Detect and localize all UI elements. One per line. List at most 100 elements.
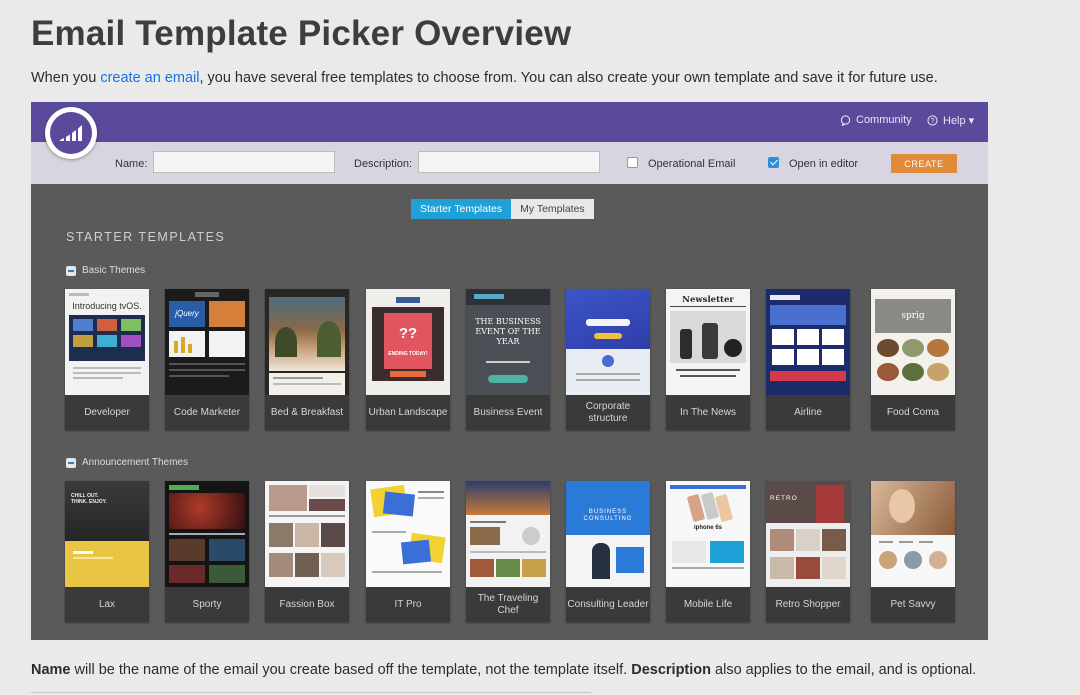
thumb-headline: jQuery	[175, 309, 199, 318]
thumb-headline: Introducing tvOS.	[72, 301, 142, 311]
template-card-fassion-box[interactable]: Fassion Box	[265, 481, 349, 622]
template-thumbnail	[265, 289, 349, 395]
operational-email-label: Operational Email	[648, 158, 736, 170]
thumb-headline: sprig	[901, 311, 925, 321]
template-card-it-pro[interactable]: IT Pro	[366, 481, 450, 622]
template-card-pet-savvy[interactable]: Pet Savvy	[871, 481, 955, 622]
template-thumbnail	[766, 289, 850, 395]
collapse-toggle-icon[interactable]	[66, 457, 76, 468]
group-announcement-themes: Announcement Themes	[66, 457, 188, 468]
tab-starter-templates[interactable]: Starter Templates	[411, 199, 512, 219]
group-basic-themes: Basic Themes	[66, 265, 145, 276]
template-card-code-marketer[interactable]: jQuery Code Marketer	[165, 289, 249, 430]
template-thumbnail	[366, 481, 450, 587]
marketo-logo[interactable]	[45, 107, 97, 159]
template-thumbnail: CHILL OUT. THINK. ENJOY.	[65, 481, 149, 587]
template-thumbnail	[265, 481, 349, 587]
template-thumbnail	[165, 481, 249, 587]
template-name: Consulting Leader	[566, 587, 650, 622]
thumb-headline: Newsletter	[682, 295, 734, 305]
community-label: Community	[856, 114, 912, 126]
thumb-headline: THE BUSINESS EVENT OF THE YEAR	[475, 317, 541, 346]
template-name: Airline	[766, 395, 850, 430]
template-thumbnail: jQuery	[165, 289, 249, 395]
template-card-urban-landscape[interactable]: ?? ENDING TODAY! Urban Landscape	[366, 289, 450, 430]
group-label: Announcement Themes	[82, 457, 188, 468]
bar-chart-icon	[60, 125, 82, 141]
template-card-business-event[interactable]: THE BUSINESS EVENT OF THE YEAR Business …	[466, 289, 550, 430]
thumb-headline: iphone 6s	[693, 525, 722, 531]
template-card-consulting-leader[interactable]: BUSINESS CONSULTING Consulting Leader	[566, 481, 650, 622]
thumb-headline: BUSINESS CONSULTING	[583, 509, 633, 522]
template-name: Food Coma	[871, 395, 955, 430]
template-thumbnail: THE BUSINESS EVENT OF THE YEAR	[466, 289, 550, 395]
page-title: Email Template Picker Overview	[31, 14, 572, 53]
description-term: Description	[631, 662, 711, 678]
logo-badge	[50, 112, 92, 154]
template-name: The Traveling Chef	[466, 587, 550, 622]
template-card-developer[interactable]: Introducing tvOS. Developer	[65, 289, 149, 430]
name-label: Name:	[115, 158, 148, 170]
template-thumbnail	[466, 481, 550, 587]
section-title: STARTER TEMPLATES	[66, 230, 226, 244]
collapse-toggle-icon[interactable]	[66, 265, 76, 276]
template-name: Urban Landscape	[366, 395, 450, 430]
template-card-mobile-life[interactable]: iphone 6s Mobile Life	[666, 481, 750, 622]
template-form-bar: Name: Description: Operational Email Ope…	[31, 142, 988, 184]
create-an-email-link[interactable]: create an email	[100, 70, 199, 86]
template-card-the-traveling-chef[interactable]: The Traveling Chef	[466, 481, 550, 622]
template-tabs: Starter Templates My Templates	[411, 199, 594, 219]
chat-bubble-icon	[840, 114, 851, 126]
help-menu[interactable]: ? Help ▾	[927, 114, 974, 127]
open-in-editor-label: Open in editor	[789, 158, 859, 170]
operational-email-checkbox[interactable]	[627, 157, 638, 168]
group-label: Basic Themes	[82, 265, 146, 276]
template-thumbnail: Newsletter	[666, 289, 750, 395]
template-name: Business Event	[466, 395, 550, 430]
template-thumbnail: RETRO	[766, 481, 850, 587]
help-label: Help ▾	[943, 115, 975, 127]
template-name: In The News	[666, 395, 750, 430]
template-thumbnail: BUSINESS CONSULTING	[566, 481, 650, 587]
help-icon: ?	[927, 115, 938, 126]
intro-prefix: When you	[31, 70, 101, 86]
template-thumbnail	[566, 289, 650, 395]
name-term: Name	[31, 662, 71, 678]
intro-text: When you create an email, you have sever…	[31, 70, 938, 86]
footer-note: Name will be the name of the email you c…	[31, 662, 976, 678]
thumb-headline: CHILL OUT. THINK. ENJOY.	[71, 493, 107, 505]
template-name: IT Pro	[366, 587, 450, 622]
template-thumbnail: iphone 6s	[666, 481, 750, 587]
template-card-lax[interactable]: CHILL OUT. THINK. ENJOY. Lax	[65, 481, 149, 622]
thumb-headline: ENDING TODAY!	[388, 351, 428, 357]
template-card-food-coma[interactable]: sprig Food Coma	[871, 289, 955, 430]
template-card-bed-and-breakfast[interactable]: Bed & Breakfast	[265, 289, 349, 430]
template-name: Bed & Breakfast	[265, 395, 349, 430]
template-name: Sporty	[165, 587, 249, 622]
template-card-airline[interactable]: Airline	[766, 289, 850, 430]
template-card-in-the-news[interactable]: Newsletter In The News	[666, 289, 750, 430]
template-card-retro-shopper[interactable]: RETRO Retro Shopper	[766, 481, 850, 622]
description-input[interactable]	[418, 151, 600, 173]
template-name: Code Marketer	[165, 395, 249, 430]
template-picker-screenshot: Community ? Help ▾ Name: Description: Op…	[31, 102, 988, 640]
divider	[31, 692, 591, 693]
intro-suffix: , you have several free templates to cho…	[199, 70, 938, 86]
template-name: Developer	[65, 395, 149, 430]
footer-end-text: also applies to the email, and is option…	[711, 662, 977, 678]
create-button[interactable]: CREATE	[891, 154, 957, 173]
template-name: Corporate structure	[566, 395, 650, 430]
template-name: Lax	[65, 587, 149, 622]
name-input[interactable]	[153, 151, 335, 173]
template-thumbnail: sprig	[871, 289, 955, 395]
thumb-headline: RETRO	[770, 495, 798, 502]
footer-mid-text: will be the name of the email you create…	[70, 662, 632, 678]
template-thumbnail: Introducing tvOS.	[65, 289, 149, 395]
template-name: Pet Savvy	[871, 587, 955, 622]
open-in-editor-checkbox[interactable]	[768, 157, 779, 168]
template-card-corporate-structure[interactable]: Corporate structure	[566, 289, 650, 430]
tab-my-templates[interactable]: My Templates	[511, 199, 594, 219]
community-link[interactable]: Community	[840, 114, 912, 126]
template-name: Mobile Life	[666, 587, 750, 622]
template-card-sporty[interactable]: Sporty	[165, 481, 249, 622]
